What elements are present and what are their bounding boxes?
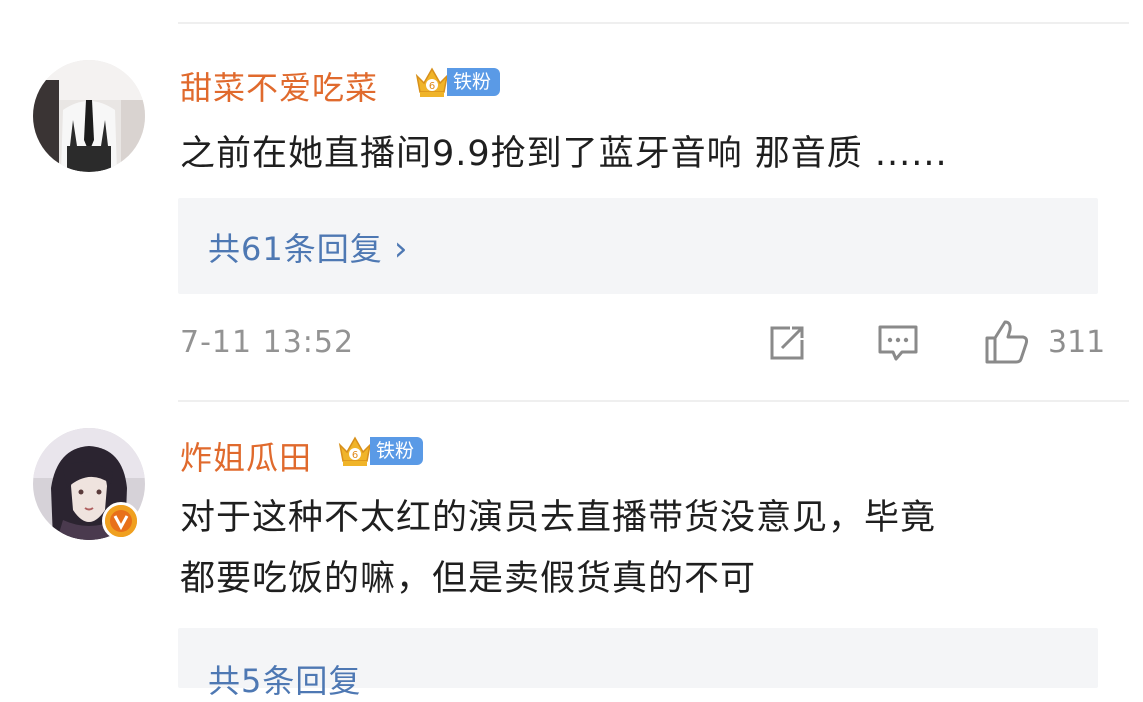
fan-badge-label: 铁粉 (370, 437, 424, 465)
share-button[interactable] (766, 322, 808, 368)
crown-icon: 6 (338, 436, 372, 466)
comment-text-line-1: 对于这种不太红的演员去直播带货没意见，毕竟 (180, 498, 937, 538)
svg-text:6: 6 (352, 450, 358, 461)
fan-badge[interactable]: 6 铁粉 (336, 433, 424, 469)
username[interactable]: 甜菜不爱吃菜 (180, 63, 378, 109)
like-count: 311 (1048, 325, 1106, 360)
chevron-right-icon: › (393, 229, 409, 269)
comment-icon (878, 325, 918, 361)
replies-link[interactable]: 共61条回复 › (178, 198, 1098, 294)
username[interactable]: 炸姐瓜田 (180, 433, 312, 479)
replies-label: 共61条回复 › (208, 224, 409, 270)
crown-icon: 6 (415, 67, 449, 97)
replies-link[interactable]: 共5条回复 (178, 628, 1098, 700)
comment-button[interactable] (876, 322, 920, 368)
replies-count-text: 共61条回复 (208, 230, 383, 268)
verified-badge (102, 502, 140, 540)
avatar[interactable] (33, 60, 145, 172)
comment-divider (178, 400, 1129, 402)
fan-badge[interactable]: 6 铁粉 (413, 64, 501, 100)
fan-badge-label: 铁粉 (447, 68, 501, 96)
top-divider (178, 22, 1129, 24)
comment-text-line-2: 都要吃饭的嘛，但是卖假货真的不可 (180, 559, 757, 599)
comment-text: 之前在她直播间9.9抢到了蓝牙音响 那音质 ...... (180, 134, 948, 174)
thumbs-up-icon (985, 320, 1029, 364)
verified-v-icon (105, 505, 137, 537)
avatar-photo-icon (33, 60, 145, 172)
share-icon (770, 326, 804, 360)
comment-time: 7-11 13:52 (180, 325, 355, 360)
replies-label: 共5条回复 (208, 662, 362, 700)
like-button[interactable] (983, 318, 1031, 370)
svg-text:6: 6 (429, 81, 435, 92)
